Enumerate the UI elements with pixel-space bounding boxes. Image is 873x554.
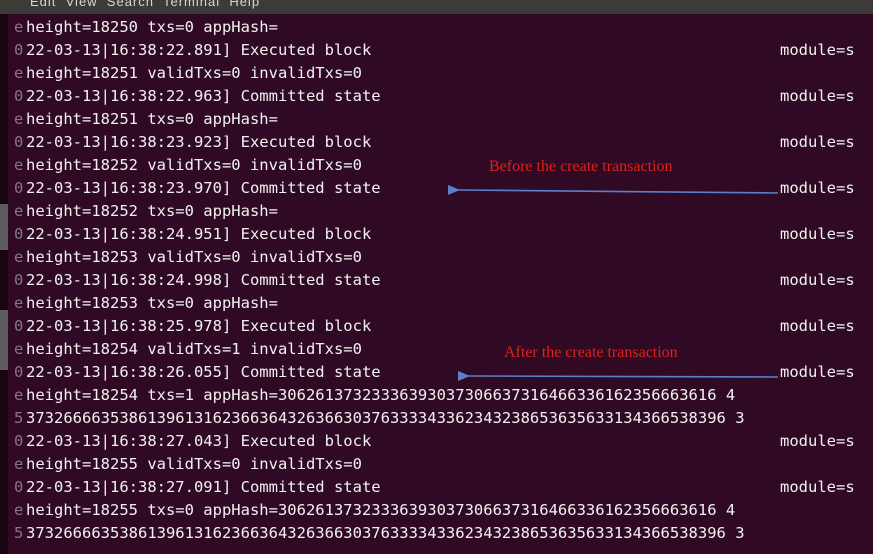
log-line-text: 22-03-13|16:38:22.891] Executed block [26, 41, 372, 59]
log-line-prefix: 5 [14, 524, 24, 542]
log-line-text: height=18251 txs=0 appHash= [26, 110, 278, 128]
terminal-window: Edit View Search Terminal Help e height=1… [0, 0, 873, 554]
log-line: 0 22-03-13|16:38:23.923] Executed block mo… [14, 131, 873, 154]
log-line: e height=18255 txs=0 appHash=306261373233… [14, 499, 873, 522]
log-line-prefix: 0 [14, 271, 24, 289]
log-line-prefix: e [14, 501, 24, 519]
log-line-prefix: 0 [14, 179, 24, 197]
log-line-prefix: 0 [14, 317, 24, 335]
log-line-prefix: e [14, 202, 24, 220]
log-line-prefix: e [14, 18, 24, 36]
log-line-text: height=18252 validTxs=0 invalidTxs=0 [26, 156, 362, 174]
log-line: 0 22-03-13|16:38:24.951] Executed block mo… [14, 223, 873, 246]
log-line-text: height=18250 txs=0 appHash= [26, 18, 278, 36]
log-line: e height=18255 validTxs=0 invalidTxs=0 [14, 453, 873, 476]
terminal-output: e height=18250 txs=0 appHash= 0 22-03-13|16… [14, 16, 873, 545]
log-line-module: module=s [780, 363, 855, 381]
menu-bar[interactable]: Edit View Search Terminal Help [0, 0, 873, 14]
log-line: e height=18253 txs=0 appHash= [14, 292, 873, 315]
log-line-text: height=18254 validTxs=1 invalidTxs=0 [26, 340, 362, 358]
log-line-prefix: e [14, 340, 24, 358]
log-line-text: 22-03-13|16:38:23.970] Committed state [26, 179, 381, 197]
log-line: 5 373266663538613961316236636432636630376… [14, 522, 873, 545]
log-line-module: module=s [780, 133, 855, 151]
log-line-module: module=s [780, 179, 855, 197]
log-line-module: module=s [780, 225, 855, 243]
log-line: 0 22-03-13|16:38:27.091] Committed state m… [14, 476, 873, 499]
log-line-prefix: e [14, 455, 24, 473]
log-line: 0 22-03-13|16:38:27.043] Executed block mo… [14, 430, 873, 453]
log-line: e height=18251 validTxs=0 invalidTxs=0 [14, 62, 873, 85]
log-line-prefix: e [14, 156, 24, 174]
log-line: 0 22-03-13|16:38:24.998] Committed state m… [14, 269, 873, 292]
log-line-text: 22-03-13|16:38:26.055] Committed state [26, 363, 381, 381]
log-line-prefix: 0 [14, 478, 24, 496]
left-edge-shade [0, 204, 8, 250]
left-edge-strip [0, 14, 8, 554]
log-line-text: height=18255 txs=0 appHash=3062613732333… [26, 501, 736, 519]
log-line: 0 22-03-13|16:38:22.891] Executed block mo… [14, 39, 873, 62]
log-line-prefix: e [14, 294, 24, 312]
log-line: 0 22-03-13|16:38:26.055] Committed state m… [14, 361, 873, 384]
log-line-prefix: 5 [14, 409, 24, 427]
log-line: 0 22-03-13|16:38:25.978] Executed block mo… [14, 315, 873, 338]
log-line-text: 22-03-13|16:38:27.091] Committed state [26, 478, 381, 496]
log-line: e height=18250 txs=0 appHash= [14, 16, 873, 39]
log-line-prefix: 0 [14, 363, 24, 381]
log-line-module: module=s [780, 317, 855, 335]
log-line-text: 22-03-13|16:38:24.998] Committed state [26, 271, 381, 289]
log-line-text: 3732666635386139613162366364326366303763… [26, 409, 745, 427]
log-line-text: height=18255 validTxs=0 invalidTxs=0 [26, 455, 362, 473]
log-line-text: height=18253 txs=0 appHash= [26, 294, 278, 312]
log-line-module: module=s [780, 87, 855, 105]
log-line-prefix: e [14, 110, 24, 128]
log-line-prefix: 0 [14, 225, 24, 243]
log-line: e height=18254 txs=1 appHash=306261373233… [14, 384, 873, 407]
log-line-prefix: e [14, 248, 24, 266]
log-line-text: height=18253 validTxs=0 invalidTxs=0 [26, 248, 362, 266]
log-line-text: 22-03-13|16:38:25.978] Executed block [26, 317, 372, 335]
log-line-prefix: 0 [14, 432, 24, 450]
log-line: e height=18252 txs=0 appHash= [14, 200, 873, 223]
log-line: 5 373266663538613961316236636432636630376… [14, 407, 873, 430]
log-line: 0 22-03-13|16:38:22.963] Committed state m… [14, 85, 873, 108]
log-line-text: 22-03-13|16:38:22.963] Committed state [26, 87, 381, 105]
log-line: e height=18253 validTxs=0 invalidTxs=0 [14, 246, 873, 269]
annotation-before: Before the create transaction [489, 158, 673, 175]
left-edge-shade [0, 310, 8, 370]
log-line-text: height=18251 validTxs=0 invalidTxs=0 [26, 64, 362, 82]
log-line-prefix: e [14, 64, 24, 82]
log-line: e height=18251 txs=0 appHash= [14, 108, 873, 131]
menu-bar-text: Edit View Search Terminal Help [30, 0, 261, 9]
log-line-prefix: 0 [14, 87, 24, 105]
log-line: e height=18252 validTxs=0 invalidTxs=0 [14, 154, 873, 177]
log-line-module: module=s [780, 432, 855, 450]
log-line-prefix: 0 [14, 133, 24, 151]
log-line-module: module=s [780, 271, 855, 289]
log-line-text: 22-03-13|16:38:27.043] Executed block [26, 432, 372, 450]
log-line-text: 22-03-13|16:38:24.951] Executed block [26, 225, 372, 243]
log-line: e height=18254 validTxs=1 invalidTxs=0 [14, 338, 873, 361]
log-line-text: 22-03-13|16:38:23.923] Executed block [26, 133, 372, 151]
log-line-text: height=18254 txs=1 appHash=3062613732333… [26, 386, 736, 404]
annotation-after: After the create transaction [504, 344, 678, 361]
log-line-prefix: 0 [14, 41, 24, 59]
log-line: 0 22-03-13|16:38:23.970] Committed state m… [14, 177, 873, 200]
log-line-module: module=s [780, 41, 855, 59]
log-line-prefix: e [14, 386, 24, 404]
log-line-module: module=s [780, 478, 855, 496]
log-line-text: 3732666635386139613162366364326366303763… [26, 524, 745, 542]
log-line-text: height=18252 txs=0 appHash= [26, 202, 278, 220]
